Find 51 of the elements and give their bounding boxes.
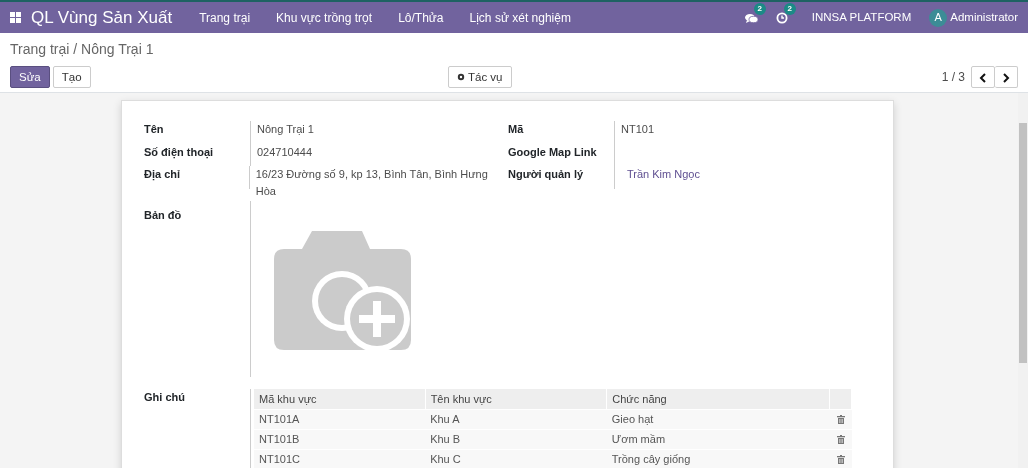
field-label: Người quản lý [508,167,585,182]
column-header[interactable]: Mã khu vực [254,388,426,409]
table-cell: Gieo hạt [606,409,830,429]
chevron-right-icon [1002,72,1010,83]
table-cell: Khu B [425,429,607,449]
menu-item[interactable]: Khu vực trồng trọt [263,8,386,27]
app-title: QL Vùng Sản Xuất [31,6,173,29]
clock-icon[interactable] [775,12,788,25]
apps-menu-icon[interactable] [10,12,21,23]
trash-icon[interactable] [836,455,845,465]
field-label: Mã [508,122,525,137]
user-name[interactable]: Administrator [950,8,1018,27]
trash-icon[interactable] [836,435,845,445]
table-cell: NT101B [254,429,426,449]
table-cell: NT101C [254,449,426,468]
chat-icon[interactable] [744,12,758,24]
breadcrumb: Trang trại / Nông Trại 1 [10,40,155,59]
manager-link[interactable]: Trần Kim Ngọc [627,168,700,180]
gear-icon [457,73,465,81]
previous-button[interactable] [971,66,995,88]
trash-icon[interactable] [836,415,845,425]
table-cell: Ươm mầm [606,429,830,449]
company-switcher[interactable]: INNSA PLATFORM [811,8,912,27]
actions-button[interactable]: Tác vụ [448,66,512,88]
field-label: Bản đồ [144,207,183,223]
field-label: Ghi chú [144,389,186,405]
user-avatar[interactable]: A [929,8,948,27]
menu-item[interactable]: Lịch sử xét nghiệm [456,8,584,27]
field-label: Địa chỉ [144,167,182,183]
table-cell: NT101A [254,409,426,429]
table-cell: Khu C [425,449,607,468]
field-value: Nông Trại 1 [257,123,314,135]
field-label: Số điện thoại [144,144,215,161]
chevron-left-icon [979,72,987,83]
menu-item[interactable]: Trang trại [186,8,264,27]
table-cell: Khu A [425,409,607,429]
field-value: 024710444 [257,145,313,158]
field-label: Tên [144,122,165,137]
table-cell: Trồng cây giống [606,449,830,468]
pager-counter: 1 / 3 [941,69,965,86]
field-value: NT101 [621,123,655,135]
count-badge: 2 [753,2,766,15]
next-button[interactable] [995,66,1018,88]
create-button[interactable]: Tạo [52,66,91,88]
column-header[interactable]: Tên khu vực [425,388,607,409]
count-badge: 2 [783,2,796,15]
edit-button[interactable]: Sửa [10,66,50,88]
column-header[interactable]: Chức năng [606,388,830,409]
menu-item[interactable]: Lô/Thửa [385,8,457,27]
field-value: 16/23 Đường số 9, kp 13, Bình Tân, Bình Hưng Hòa [255,168,488,197]
field-label: Google Map Link [508,144,598,160]
